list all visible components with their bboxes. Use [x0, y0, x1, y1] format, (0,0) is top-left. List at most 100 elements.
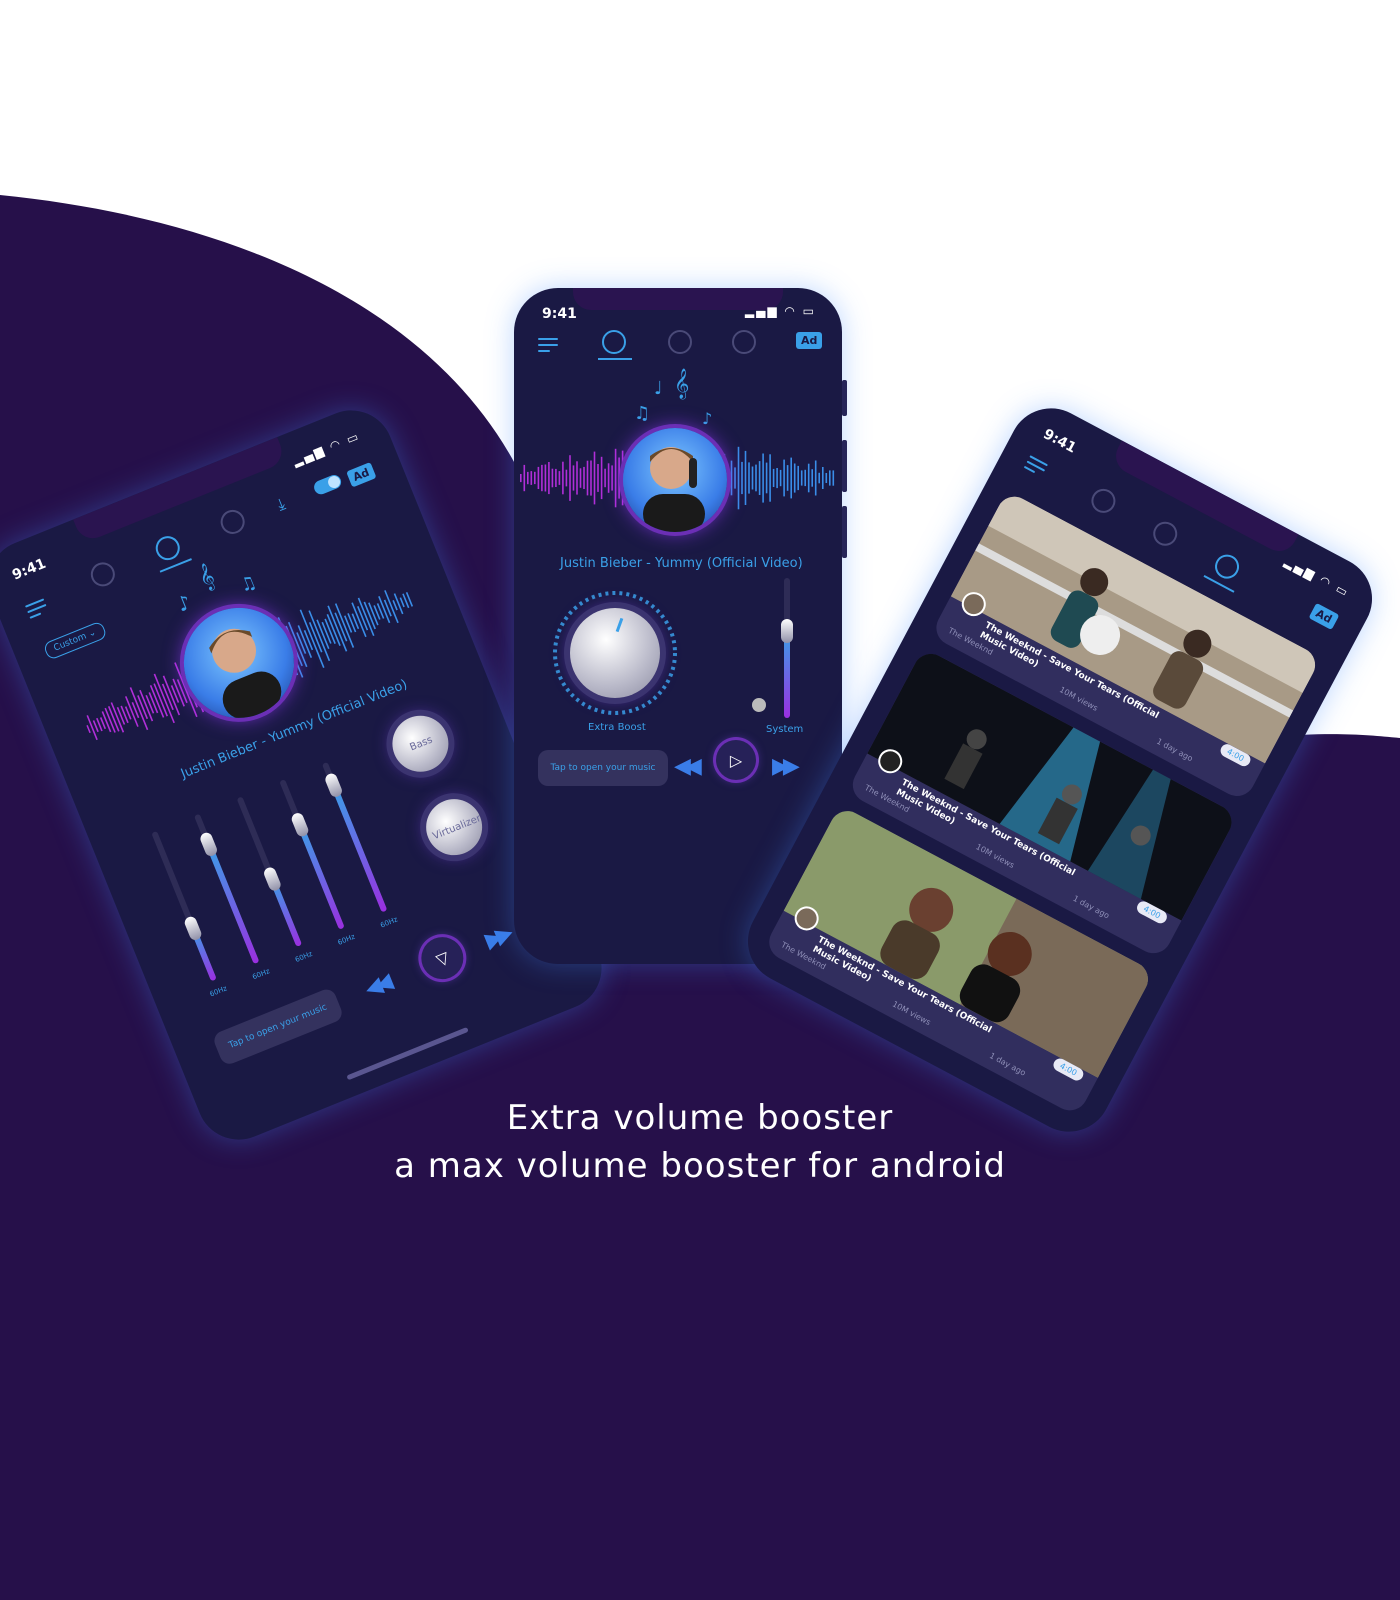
menu-icon[interactable]: [1023, 455, 1048, 477]
eq-frequency-label: 60Hz: [251, 967, 271, 982]
equalizer-sliders: 60Hz 60Hz 60Hz 60Hz 60Hz: [142, 751, 426, 1013]
wave-bar: [145, 694, 155, 714]
rewind-icon[interactable]: ◀◀: [674, 754, 702, 779]
wave-bar: [530, 471, 533, 485]
svg-text:♫: ♫: [634, 403, 650, 424]
rewind-icon[interactable]: ◀◀: [361, 971, 391, 1002]
open-music-field[interactable]: Tap to open your music: [538, 750, 668, 786]
tagline-line-2: a max volume booster for android: [394, 1146, 1006, 1186]
wave-bar: [541, 464, 543, 492]
wave-bar: [555, 468, 557, 487]
wave-bar: [583, 466, 585, 489]
wave-bar: [793, 463, 796, 493]
wave-bar: [741, 461, 743, 495]
wave-bar: [544, 464, 547, 492]
chevron-down-icon: ⌄: [87, 627, 98, 640]
fast-forward-icon[interactable]: ▶▶: [772, 754, 800, 779]
play-button[interactable]: ▷: [716, 740, 756, 780]
wave-bar: [383, 599, 392, 617]
wave-bar: [604, 468, 606, 488]
wave-bar: [343, 615, 353, 633]
eq-frequency-label: 60Hz: [336, 932, 357, 947]
video-age: 1 day ago: [1071, 893, 1111, 921]
video-tab-icon[interactable]: [1210, 550, 1244, 583]
play-button[interactable]: ▽: [414, 930, 470, 986]
system-volume-fill: [784, 631, 790, 718]
menu-icon[interactable]: [538, 338, 558, 352]
svg-text:♪: ♪: [702, 409, 712, 428]
wave-bar: [762, 453, 764, 503]
wave-bar: [776, 468, 778, 489]
music-notes-icon: ♩ 𝄞 ♫ ♪: [634, 368, 712, 428]
wave-bar: [748, 462, 750, 494]
eq-thumb[interactable]: [182, 914, 204, 942]
preset-dropdown[interactable]: Custom ⌄: [42, 620, 108, 661]
wave-bar: [558, 471, 561, 485]
ad-badge[interactable]: Ad: [796, 332, 823, 349]
headphones-tab-icon[interactable]: [668, 330, 692, 354]
ad-badge[interactable]: Ad: [345, 462, 377, 488]
wave-bar: [800, 470, 803, 486]
eq-thumb[interactable]: [198, 831, 219, 858]
wave-bar: [534, 471, 536, 485]
artist-avatar: [623, 428, 727, 532]
status-icons: ▂▄▆ ◠ ▭: [744, 304, 816, 318]
wave-bar: [537, 466, 540, 489]
wave-bar: [744, 450, 747, 505]
equalizer-tab-icon[interactable]: [732, 330, 756, 354]
eq-thumb[interactable]: [289, 811, 311, 839]
svg-text:♪: ♪: [173, 590, 194, 617]
wave-bar: [618, 457, 620, 499]
phone-side-button: [842, 440, 847, 492]
eq-fill: [297, 823, 345, 930]
video-age: 1 day ago: [987, 1051, 1028, 1078]
fast-forward-icon[interactable]: ▶▶: [482, 922, 512, 953]
wave-bar: [327, 605, 348, 652]
wave-bar: [783, 459, 785, 497]
system-volume-thumb[interactable]: [781, 619, 793, 644]
status-time: 9:41: [542, 306, 577, 322]
extra-boost-label: Extra Boost: [588, 722, 646, 733]
eq-thumb[interactable]: [262, 865, 283, 893]
wave-bar: [730, 460, 733, 496]
ad-badge[interactable]: Ad: [1308, 602, 1340, 631]
wave-bar: [399, 597, 405, 608]
speaker-tab-icon[interactable]: [1087, 484, 1120, 518]
wave-bar: [593, 451, 596, 505]
eq-thumb[interactable]: [323, 771, 344, 799]
svg-text:♫: ♫: [237, 571, 260, 597]
wave-bar: [86, 724, 91, 734]
wave-bar: [797, 465, 799, 491]
system-label: System: [766, 724, 804, 735]
song-title: Justin Bieber - Yummy (Official Video): [560, 556, 803, 571]
boost-toggle[interactable]: [312, 472, 344, 497]
active-tab-indicator: [598, 358, 632, 360]
extra-boost-knob[interactable]: [570, 608, 660, 698]
svg-text:𝄞: 𝄞: [674, 368, 689, 400]
headphones-tab-icon[interactable]: [152, 532, 184, 564]
wave-bar: [170, 685, 180, 703]
wave-bar: [758, 461, 761, 495]
wave-bar: [576, 461, 578, 495]
menu-icon[interactable]: [24, 598, 49, 619]
wave-bar: [129, 687, 149, 731]
download-icon[interactable]: ⤓: [274, 494, 288, 515]
wave-bar: [611, 465, 613, 491]
wave-bar: [755, 464, 757, 492]
equalizer-tab-icon[interactable]: [217, 506, 249, 538]
wave-bar: [590, 460, 592, 496]
eq-fill: [205, 843, 260, 965]
eq-fill: [330, 784, 388, 913]
headphones-tab-icon[interactable]: [1149, 517, 1182, 550]
status-time: 9:41: [1040, 426, 1079, 457]
wave-bar: [811, 469, 813, 487]
svg-text:♩: ♩: [654, 378, 663, 399]
wave-bar: [607, 463, 610, 493]
speaker-tab-icon[interactable]: [87, 558, 119, 590]
wave-bar: [303, 630, 314, 651]
wave-bar: [562, 461, 564, 495]
speaker-tab-icon[interactable]: [602, 330, 626, 354]
wave-bar: [786, 465, 789, 491]
wave-bar: [579, 468, 582, 488]
wave-bar: [779, 469, 782, 487]
